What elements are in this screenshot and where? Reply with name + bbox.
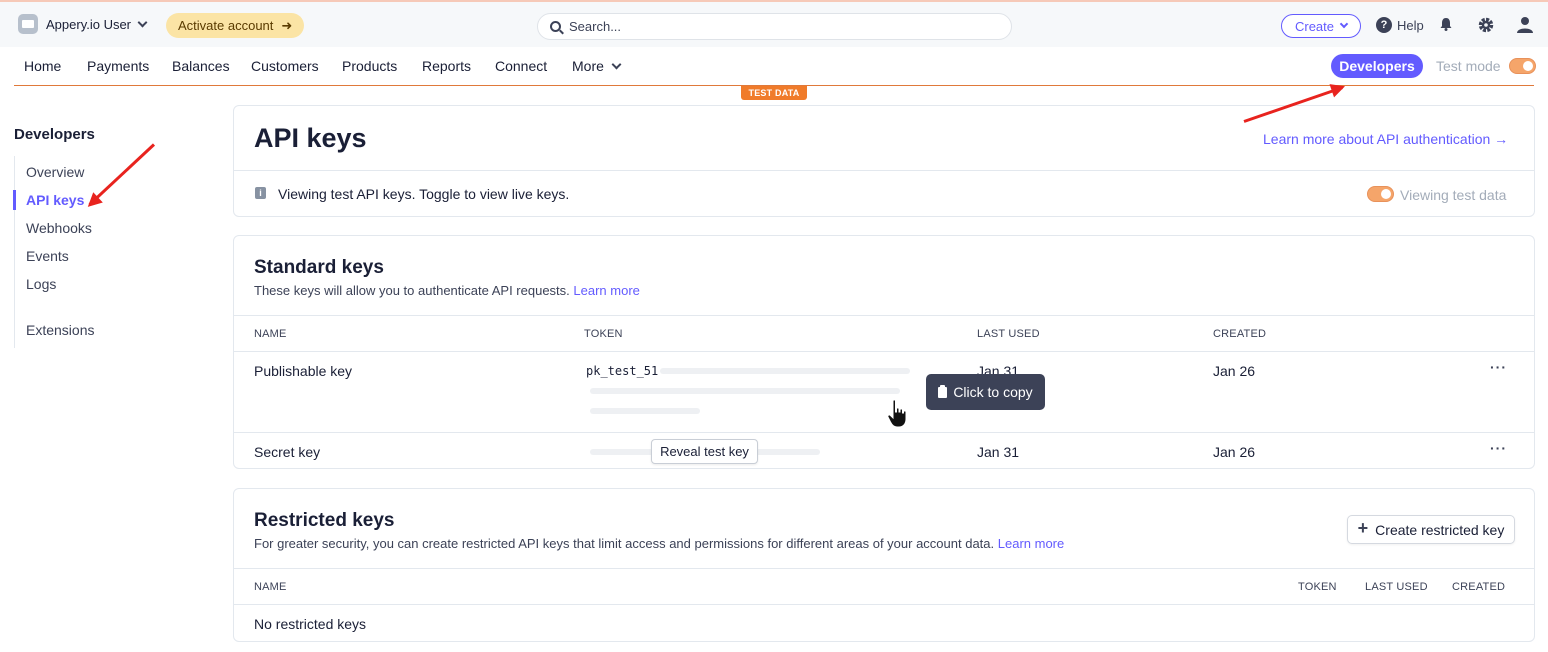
chevron-down-icon [1339,19,1349,29]
sidebar-item-extensions[interactable]: Extensions [26,322,94,338]
standard-keys-learn-more-link[interactable]: Learn more [573,283,639,298]
copy-tooltip: Click to copy [926,374,1045,410]
key-name: Publishable key [254,363,353,379]
key-name: Secret key [254,444,321,460]
viewing-test-data-label: Viewing test data [1400,187,1507,203]
divider [234,170,1534,171]
arrow-right-icon: ➜ [281,17,293,33]
column-header-created: CREATED [1213,328,1267,340]
account-name: Appery.io User [46,16,132,32]
top-bar: Appery.io User Activate account ➜ Search… [0,0,1548,47]
chevron-down-icon [611,59,622,69]
nav-more[interactable]: More [572,58,622,74]
redacted-token [660,368,910,374]
sidebar-rail [14,156,15,348]
redacted-token [590,408,700,414]
empty-state-text: No restricted keys [254,616,367,632]
standard-keys-title: Standard keys [254,257,384,278]
user-icon[interactable] [1516,16,1534,34]
create-restricted-key-button[interactable]: + Create restricted key [1347,515,1515,544]
create-restricted-key-label: Create restricted key [1375,521,1505,538]
hand-cursor-icon [887,399,907,428]
page-title: API keys [254,123,367,153]
restricted-keys-learn-more-link[interactable]: Learn more [998,536,1064,551]
column-header-created: CREATED [1452,581,1506,593]
more-actions-icon[interactable]: ··· [1490,440,1507,456]
reveal-test-key-button[interactable]: Reveal test key [651,439,758,464]
info-icon: i [255,187,266,199]
sidebar-item-webhooks[interactable]: Webhooks [26,220,92,236]
column-header-last-used: LAST USED [1365,581,1428,593]
copy-tooltip-text: Click to copy [953,384,1033,400]
activate-account-button[interactable]: Activate account ➜ [166,13,305,38]
chevron-down-icon [137,17,148,27]
viewing-test-data-toggle[interactable] [1367,186,1394,202]
restricted-keys-card [233,488,1535,642]
create-label: Create [1294,18,1335,34]
plus-icon: + [1357,518,1369,538]
nav-more-label: More [572,58,604,74]
nav-connect[interactable]: Connect [495,58,547,74]
standard-keys-description-text: These keys will allow you to authenticat… [254,283,570,298]
search-placeholder: Search... [569,19,622,34]
divider [234,568,1534,569]
annotation-arrow [88,143,156,206]
standard-keys-description: These keys will allow you to authenticat… [254,283,640,298]
nav-reports[interactable]: Reports [422,58,471,74]
nav-customers[interactable]: Customers [251,58,319,74]
account-switcher[interactable]: Appery.io User [18,14,148,34]
redacted-token [590,388,900,394]
test-mode-label: Test mode [1436,58,1501,74]
nav-payments[interactable]: Payments [87,58,149,74]
sidebar-title: Developers [14,126,95,143]
divider [234,604,1534,605]
test-mode-toggle[interactable] [1509,58,1536,74]
gear-icon[interactable] [1477,16,1495,34]
test-data-badge: TEST DATA [741,86,807,100]
create-button[interactable]: Create [1281,14,1361,38]
column-header-token: TOKEN [584,328,623,340]
developers-button[interactable]: Developers [1331,54,1423,78]
divider [234,315,1534,316]
nav-balances[interactable]: Balances [172,58,230,74]
search-input[interactable]: Search... [537,13,1012,40]
publishable-key-token[interactable]: pk_test_51 [586,364,658,378]
sidebar-item-events[interactable]: Events [26,248,69,264]
sidebar-item-api-keys[interactable]: API keys [26,192,84,208]
divider [234,351,1534,352]
column-header-name: NAME [254,581,287,593]
column-header-token: TOKEN [1298,581,1337,593]
nav-products[interactable]: Products [342,58,397,74]
sidebar-item-logs[interactable]: Logs [26,276,56,292]
created-date: Jan 26 [1213,363,1256,379]
column-header-name: NAME [254,328,287,340]
more-actions-icon[interactable]: ··· [1490,359,1507,375]
sidebar-item-overview[interactable]: Overview [26,164,84,180]
last-used: Jan 31 [977,444,1020,460]
clipboard-icon [938,384,948,398]
restricted-keys-title: Restricted keys [254,510,395,531]
help-label: Help [1397,17,1424,33]
column-header-last-used: LAST USED [977,328,1040,340]
bell-icon[interactable] [1439,17,1453,31]
help-icon: ? [1376,17,1392,33]
info-text: Viewing test API keys. Toggle to view li… [278,186,570,202]
help-button[interactable]: ? Help [1376,17,1424,33]
main-nav [0,47,1548,86]
standard-keys-card [233,235,1535,469]
divider [234,432,1534,433]
restricted-keys-description-text: For greater security, you can create res… [254,536,995,551]
search-icon [550,21,561,32]
sidebar-active-indicator [13,190,16,210]
activate-account-label: Activate account [178,18,274,33]
nav-home[interactable]: Home [24,58,61,74]
learn-api-auth-link[interactable]: Learn more about API authentication → [1263,131,1508,147]
created-date: Jan 26 [1213,444,1256,460]
restricted-keys-description: For greater security, you can create res… [254,536,1064,551]
store-icon [18,14,38,34]
